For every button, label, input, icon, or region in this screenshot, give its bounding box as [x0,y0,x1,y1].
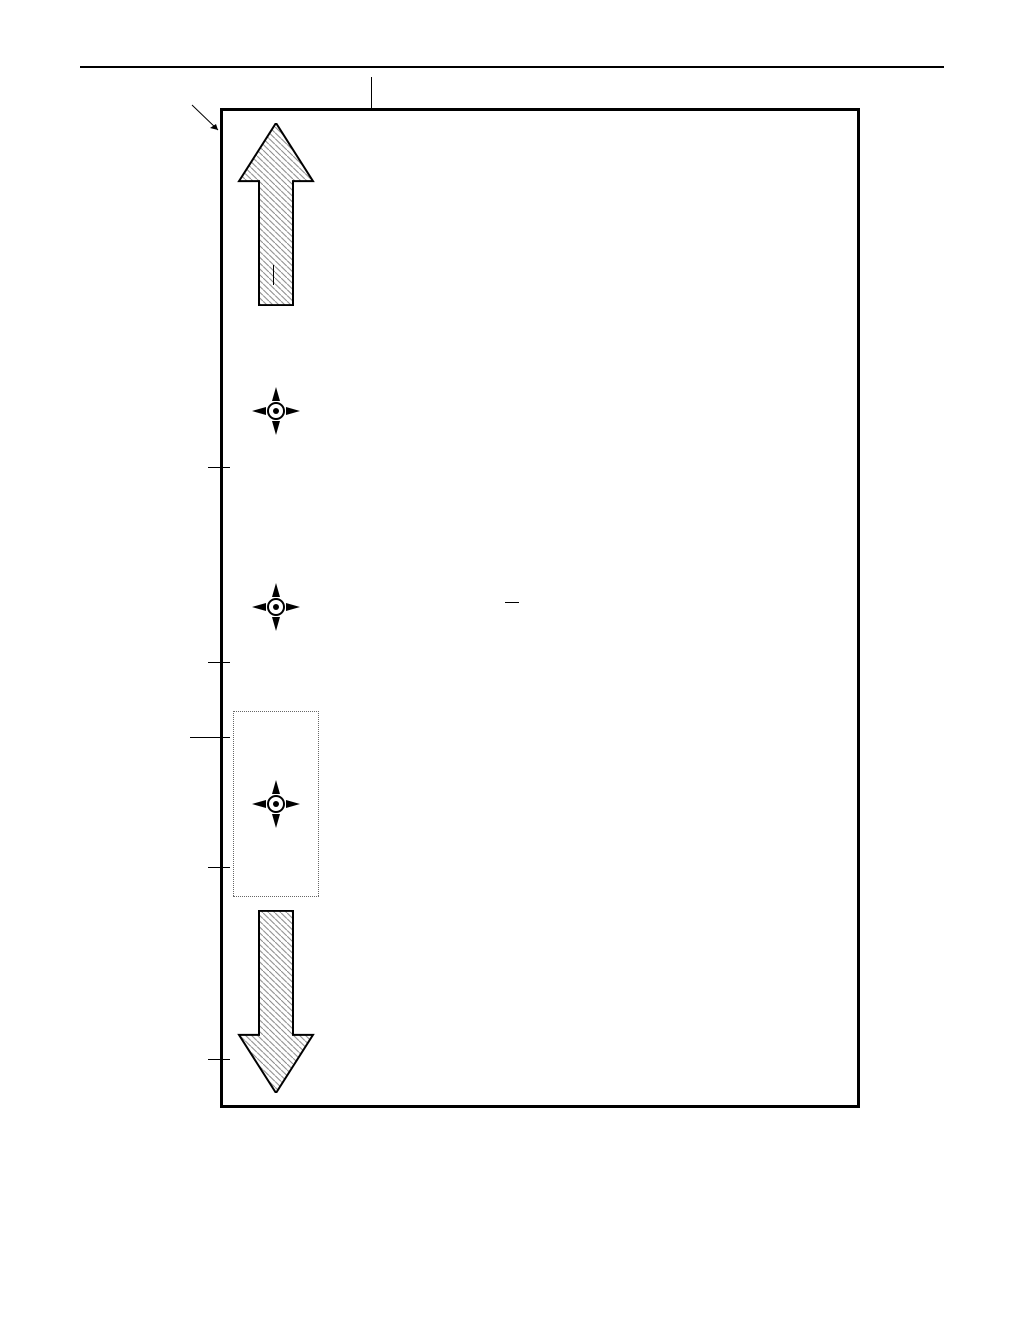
content-grid [333,123,833,1093]
page-header [80,60,944,68]
compass-actor[interactable] [233,319,319,503]
navigator-row [233,123,319,1093]
compass-icon [250,385,302,437]
rotated-figure [164,108,860,1108]
main-panel [220,108,860,1108]
compass-genre[interactable] [233,711,319,897]
patent-page [0,0,1024,1320]
action-arrow-left[interactable] [233,909,319,1093]
compass-icon [250,581,302,633]
compass-age[interactable] [233,515,319,699]
comedy-arrow-right[interactable] [233,123,319,307]
figure-container [82,108,942,1108]
compass-icon [250,778,302,830]
